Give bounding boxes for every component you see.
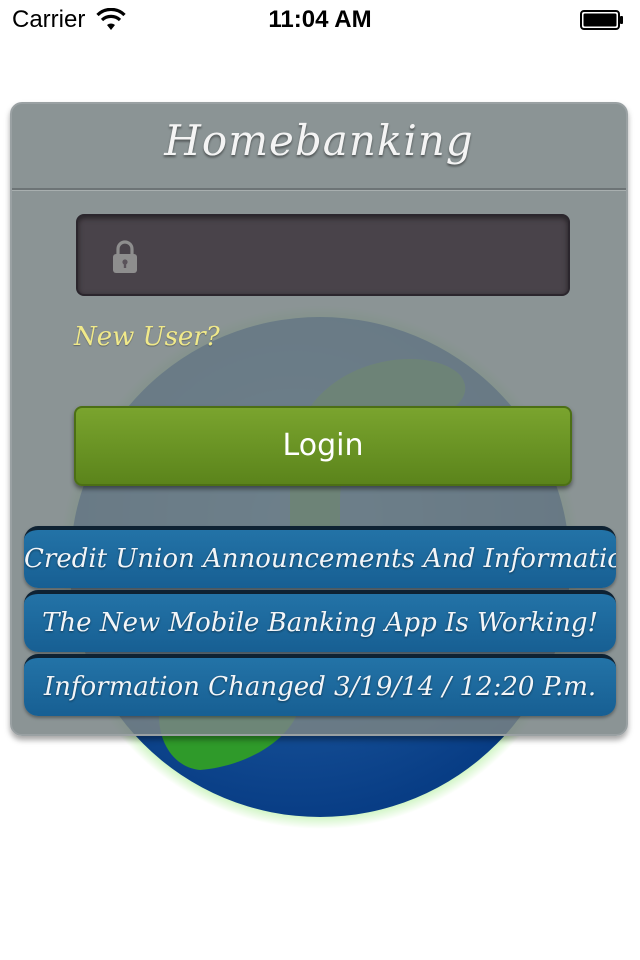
status-time: 11:04 AM xyxy=(268,6,372,33)
status-bar: Carrier 11:04 AM xyxy=(0,0,640,40)
announcement-item[interactable]: Information Changed 3/19/14 / 12:20 P.m. xyxy=(24,654,616,716)
battery-icon xyxy=(580,10,623,30)
lock-icon xyxy=(113,240,137,273)
panel-header: Homebanking xyxy=(12,104,626,190)
panel-title: Homebanking xyxy=(164,116,474,165)
login-button[interactable]: Login xyxy=(74,406,572,486)
announcement-item[interactable]: Credit Union Announcements And Informati… xyxy=(24,526,616,588)
announcement-item[interactable]: The New Mobile Banking App Is Working! xyxy=(24,590,616,652)
new-user-link[interactable]: New User? xyxy=(74,322,220,352)
password-field[interactable] xyxy=(76,214,570,296)
homebanking-panel: Homebanking New User? Login Credit Union… xyxy=(10,102,628,736)
